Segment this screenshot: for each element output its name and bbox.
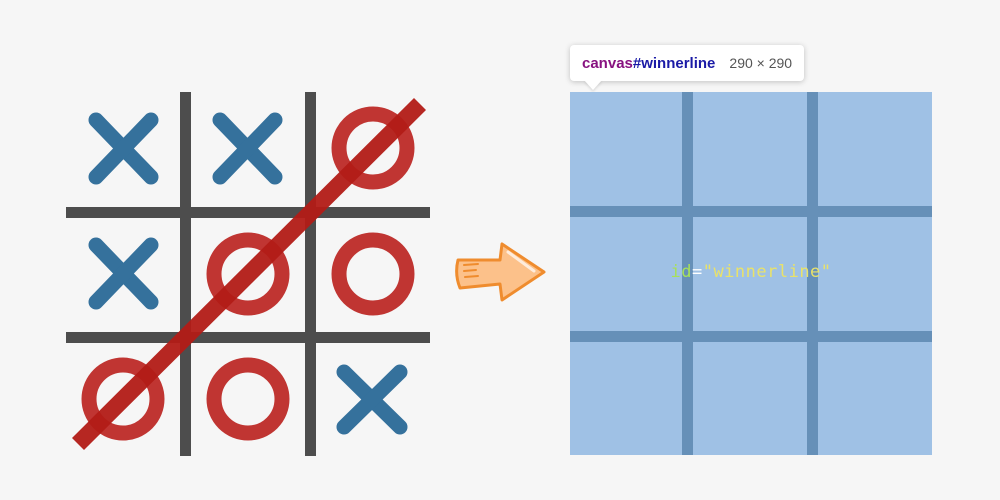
board-graphic <box>66 92 430 456</box>
id-attribute-label: id="winnerline" <box>570 262 932 282</box>
element-dimensions: 290 × 290 <box>729 55 793 71</box>
cell-8-x-mark <box>336 364 408 435</box>
devtools-inspect-tooltip: canvas#winnerline 290 × 290 <box>570 45 805 81</box>
tooltip-pointer-icon <box>584 80 602 90</box>
element-selector: canvas#winnerline <box>582 55 715 72</box>
attr-value: "winnerline" <box>702 262 832 282</box>
grid-line-vertical-2 <box>305 92 316 456</box>
cell-3-x-mark <box>88 237 159 310</box>
cell-7-o-mark <box>206 357 290 441</box>
element-tag-name: canvas <box>582 54 633 72</box>
attr-name: id <box>670 262 692 282</box>
grid-line-horizontal-2 <box>66 332 430 343</box>
element-hash: # <box>632 54 642 72</box>
grid-line-horizontal-1 <box>66 207 430 218</box>
canvas-grid-horizontal-2 <box>570 331 932 342</box>
element-id: winnerline <box>641 54 716 72</box>
canvas-element-highlight[interactable]: id="winnerline" <box>570 92 932 455</box>
canvas-grid-horizontal-1 <box>570 206 932 217</box>
attr-equals: = <box>691 262 703 282</box>
cell-1-x-mark <box>212 112 283 185</box>
cell-5-o-mark <box>331 232 415 316</box>
cell-0-x-mark <box>88 112 159 185</box>
hand-drawn-right-arrow-icon <box>450 238 554 308</box>
tic-tac-toe-board <box>66 92 430 456</box>
grid-line-vertical-1 <box>180 92 191 456</box>
